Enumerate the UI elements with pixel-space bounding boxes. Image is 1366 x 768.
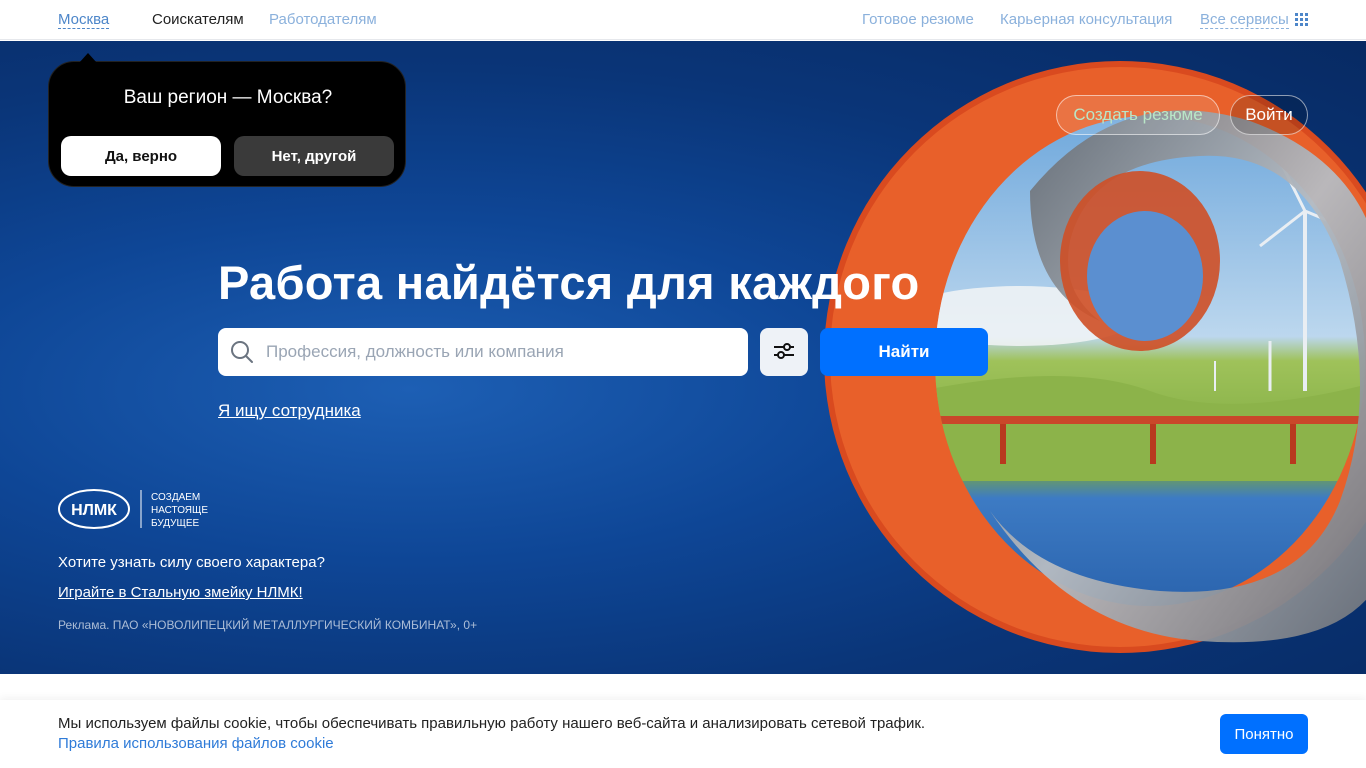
cookie-banner: Мы используем файлы cookie, чтобы обеспе…	[0, 700, 1366, 768]
search-icon	[231, 341, 253, 363]
ad-disclaimer: Реклама. ПАО «НОВОЛИПЕЦКИЙ МЕТАЛЛУРГИЧЕС…	[58, 618, 478, 632]
cookie-text: Мы используем файлы cookie, чтобы обеспе…	[58, 715, 926, 732]
top-navigation: Москва Соискателям Работодателям Готовое…	[0, 0, 1366, 40]
search-input[interactable]	[266, 328, 736, 376]
nav-career-consultation[interactable]: Карьерная консультация	[1000, 11, 1172, 28]
apps-grid-icon[interactable]	[1295, 13, 1308, 26]
create-resume-button[interactable]: Создать резюме	[1056, 95, 1220, 135]
filters-icon	[774, 342, 794, 359]
hero-headline: Работа найдётся для каждого	[218, 256, 920, 309]
nav-ready-resume[interactable]: Готовое резюме	[862, 11, 974, 28]
nlmk-logo[interactable]: НЛМК СОЗДАЕМ НАСТОЯЩЕЕ БУДУЩЕЕ	[58, 488, 215, 530]
cookie-policy-link[interactable]: Правила использования файлов cookie	[58, 735, 334, 752]
region-change-button[interactable]: Нет, другой	[234, 136, 394, 176]
search-filters-button[interactable]	[760, 328, 808, 376]
find-button[interactable]: Найти	[820, 328, 988, 376]
city-selector[interactable]: Москва	[58, 11, 110, 29]
cookie-accept-button[interactable]: Понятно	[1220, 714, 1308, 754]
logo-text: НЛМК	[71, 502, 117, 519]
ad-game-link[interactable]: Играйте в Стальную змейку НЛМК!	[58, 584, 303, 601]
ad-question: Хотите узнать силу своего характера?	[58, 554, 325, 571]
search-box	[218, 328, 748, 376]
region-confirm-button[interactable]: Да, верно	[61, 136, 221, 176]
region-question: Ваш регион — Москва?	[123, 87, 333, 108]
employer-link[interactable]: Я ищу сотрудника	[218, 401, 361, 421]
region-popover: Ваш регион — Москва? Да, верно Нет, друг…	[48, 53, 406, 187]
logo-slogan-2: НАСТОЯЩЕЕ	[151, 505, 208, 516]
nav-seekers[interactable]: Соискателям	[152, 11, 244, 28]
logo-slogan-1: СОЗДАЕМ	[151, 492, 200, 503]
nav-all-services[interactable]: Все сервисы	[1200, 11, 1289, 29]
login-button[interactable]: Войти	[1230, 95, 1308, 135]
logo-slogan-3: БУДУЩЕЕ	[151, 518, 200, 529]
nav-employers[interactable]: Работодателям	[269, 11, 377, 28]
